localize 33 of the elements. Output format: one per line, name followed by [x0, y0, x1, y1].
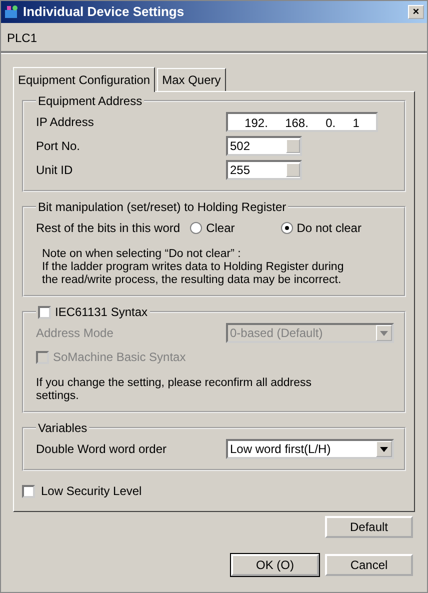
device-name: PLC1 [6, 30, 38, 47]
window-title: Individual Device Settings [23, 3, 184, 22]
checkbox-label: SoMachine Basic Syntax [53, 349, 186, 366]
spin-field[interactable]: 255 [226, 160, 302, 180]
field-label: Rest of the bits in this word [36, 220, 180, 237]
field-label: Port No. [36, 138, 82, 155]
radio-button[interactable] [280, 222, 293, 234]
checkbox[interactable] [38, 306, 51, 318]
tab[interactable]: Equipment Configuration [13, 67, 156, 92]
note-text: Note on when selecting “Do not clear” : If the ladder program writes data to Holding Register during the read/write process, the resulting data may be incorrect. [42, 248, 345, 287]
dialog-button[interactable]: Cancel [325, 554, 413, 576]
close-button[interactable]: × [408, 5, 424, 19]
field-label: Double Word word order [36, 441, 168, 458]
tab[interactable]: Max Query [157, 68, 226, 91]
group-title: Variables [37, 421, 88, 435]
radio-label: Clear [206, 220, 235, 237]
group-title: Equipment Address [37, 94, 144, 108]
radio-button[interactable] [190, 222, 202, 234]
app-icon [4, 4, 20, 20]
dialog-button[interactable]: Default [325, 516, 413, 538]
field-label: IP Address [36, 114, 95, 131]
field-label: Unit ID [36, 162, 74, 179]
checkbox-label: IEC61131 Syntax [55, 305, 148, 319]
ip-address-field[interactable]: 192. 168. 0. 1 [226, 112, 378, 132]
checkbox-label: Low Security Level [41, 483, 142, 500]
spin-field[interactable]: 502 [226, 136, 302, 156]
note-text: If you change the setting, please reconfirm all address settings. [36, 377, 313, 403]
group-title: Bit manipulation (set/reset) to Holding Register [37, 200, 288, 214]
radio-label: Do not clear [296, 220, 362, 237]
field-label: Address Mode [36, 325, 114, 342]
dropdown[interactable]: Low word first(L/H) [226, 439, 394, 459]
checkbox[interactable] [22, 484, 35, 498]
dialog-button[interactable]: OK (O) [231, 554, 319, 576]
